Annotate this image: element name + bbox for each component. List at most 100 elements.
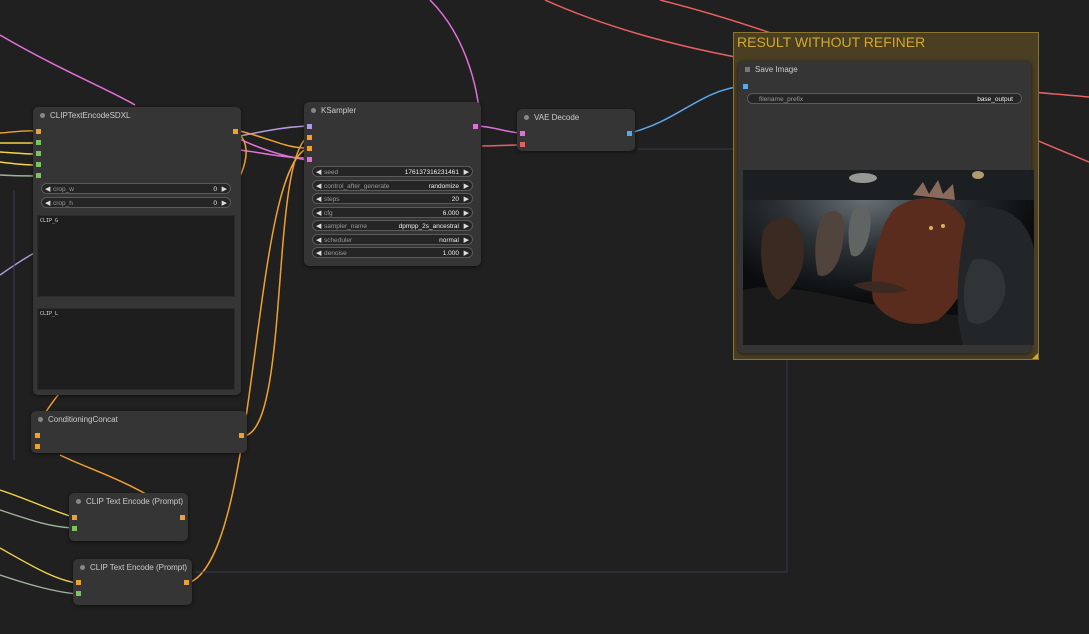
widget-label: steps	[324, 196, 340, 203]
latent-output-port[interactable]	[473, 124, 478, 129]
latent-image-input-port[interactable]	[307, 157, 312, 162]
wire-left-violet	[0, 251, 37, 276]
widget-value: randomize	[428, 182, 459, 190]
right-arrow-icon[interactable]: ▶	[464, 235, 469, 246]
node-title: Save Image	[755, 65, 798, 74]
clip-g-textarea[interactable]: CLIP_G	[37, 215, 235, 297]
conditioning-to-input-port[interactable]	[35, 433, 40, 438]
node-title: CLIP Text Encode (Prompt)	[90, 563, 188, 572]
left-arrow-icon[interactable]: ◀	[316, 221, 321, 232]
filename-prefix-widget[interactable]: filename_prefix base_output	[747, 93, 1022, 104]
right-arrow-icon[interactable]: ▶	[464, 167, 469, 178]
wire-left-5	[0, 174, 37, 177]
clip-input-port[interactable]	[76, 580, 81, 585]
widget-value: 1.000	[442, 250, 459, 257]
input-port-4[interactable]	[36, 162, 41, 167]
cfg-widget[interactable]: ◀ cfg 6.000 ▶	[312, 206, 473, 219]
output-image[interactable]	[743, 170, 1034, 345]
left-arrow-icon[interactable]: ◀	[316, 235, 321, 246]
input-port-3[interactable]	[36, 151, 41, 156]
right-arrow-icon[interactable]: ▶	[464, 194, 469, 205]
conditioning-output-port[interactable]	[239, 433, 244, 438]
right-arrow-icon[interactable]: ▶	[464, 248, 469, 259]
widget-label: sampler_name	[324, 223, 367, 230]
scheduler-widget[interactable]: ◀ scheduler normal ▶	[312, 233, 473, 246]
right-arrow-icon[interactable]: ▶	[464, 221, 469, 232]
conditioning-from-input-port[interactable]	[35, 444, 40, 449]
save-image-node[interactable]: Save Image filename_prefix base_output	[738, 61, 1034, 353]
rendered-creatures-image	[743, 170, 1034, 345]
left-arrow-icon[interactable]: ◀	[45, 198, 50, 209]
wire-clip2-b	[0, 574, 78, 595]
input-port-5[interactable]	[36, 173, 41, 178]
widget-value: base_output	[977, 96, 1013, 103]
conditioning-concat-node[interactable]: ConditioningConcat	[31, 411, 247, 453]
node-title: CLIPTextEncodeSDXL	[50, 111, 131, 120]
crop-h-widget[interactable]: ◀ crop_h 0 ▶	[41, 197, 231, 208]
input-port-2[interactable]	[36, 140, 41, 145]
result-without-refiner-group[interactable]: RESULT WITHOUT REFINER Save Image filena…	[733, 32, 1039, 360]
ksampler-node[interactable]: KSampler ◀ seed 176137316231461 ▶ ◀ control_a…	[304, 102, 481, 266]
left-arrow-icon[interactable]: ◀	[45, 184, 50, 195]
group-title[interactable]: RESULT WITHOUT REFINER	[737, 34, 925, 50]
widget-label: crop_h	[53, 200, 73, 207]
widget-value: dpmpp_2s_ancestral	[398, 223, 459, 230]
right-arrow-icon[interactable]: ▶	[222, 184, 227, 195]
positive-input-port[interactable]	[307, 135, 312, 140]
textarea-label: CLIP_G	[40, 218, 59, 224]
image-output-port[interactable]	[627, 131, 632, 136]
widget-label: scheduler	[324, 236, 353, 244]
widget-value: 20	[451, 196, 459, 203]
sampler-name-widget[interactable]: ◀ sampler_name dpmpp_2s_ancestral ▶	[312, 220, 473, 231]
wire-concat-positive	[243, 136, 309, 437]
widget-label: filename_prefix	[759, 96, 804, 103]
wire-clip2-a	[0, 547, 78, 584]
conditioning-output-port[interactable]	[180, 515, 185, 520]
wire-ksampler-latent	[477, 125, 522, 134]
steps-widget[interactable]: ◀ steps 20 ▶	[312, 193, 473, 204]
wire-image	[629, 85, 745, 134]
wire-vae-input	[481, 144, 522, 147]
model-input-port[interactable]	[307, 124, 312, 129]
vae-input-port[interactable]	[520, 142, 525, 147]
left-arrow-icon[interactable]: ◀	[316, 181, 321, 192]
right-arrow-icon[interactable]: ▶	[464, 208, 469, 219]
vae-decode-node[interactable]: VAE Decode	[517, 109, 635, 151]
input-port-1[interactable]	[36, 129, 41, 134]
node-title: VAE Decode	[534, 113, 580, 122]
conditioning-output-port[interactable]	[184, 580, 189, 585]
node-title: CLIP Text Encode (Prompt)	[86, 497, 184, 506]
crop-w-widget[interactable]: ◀ crop_w 0 ▶	[41, 183, 231, 194]
text-input-port[interactable]	[76, 591, 81, 596]
right-arrow-icon[interactable]: ▶	[464, 181, 469, 192]
left-arrow-icon[interactable]: ◀	[316, 248, 321, 259]
text-input-port[interactable]	[72, 526, 77, 531]
node-title: ConditioningConcat	[48, 415, 118, 424]
clip-text-encode-sdxl-node[interactable]: CLIPTextEncodeSDXL ◀ crop_w 0 ▶ ◀ crop_h…	[33, 107, 241, 395]
clip-text-encode-node-1[interactable]: CLIP Text Encode (Prompt)	[69, 493, 188, 541]
widget-label: crop_w	[53, 186, 74, 193]
samples-input-port[interactable]	[520, 131, 525, 136]
widget-label: cfg	[324, 209, 333, 217]
widget-label: seed	[324, 169, 339, 176]
images-input-port[interactable]	[743, 84, 748, 89]
right-arrow-icon[interactable]: ▶	[222, 198, 227, 209]
control-after-generate-widget[interactable]: ◀ control_after_generate randomize ▶	[312, 179, 473, 192]
group-resize-handle[interactable]	[1032, 353, 1038, 359]
wire-sdxl-positive	[239, 130, 309, 149]
clip-text-encode-node-2[interactable]: CLIP Text Encode (Prompt)	[73, 559, 192, 605]
widget-value: normal	[439, 236, 459, 244]
textarea-label: CLIP_L	[40, 311, 59, 317]
wire-left-4	[0, 161, 37, 166]
seed-widget[interactable]: ◀ seed 176137316231461 ▶	[312, 166, 473, 177]
widget-value: 176137316231461	[404, 169, 459, 176]
widget-label: denoise	[324, 250, 347, 257]
negative-input-port[interactable]	[307, 146, 312, 151]
left-arrow-icon[interactable]: ◀	[316, 194, 321, 205]
clip-l-textarea[interactable]: CLIP_L	[37, 308, 235, 390]
left-arrow-icon[interactable]: ◀	[316, 167, 321, 178]
conditioning-output-port[interactable]	[233, 129, 238, 134]
clip-input-port[interactable]	[72, 515, 77, 520]
denoise-widget[interactable]: ◀ denoise 1.000 ▶	[312, 247, 473, 258]
left-arrow-icon[interactable]: ◀	[316, 208, 321, 219]
